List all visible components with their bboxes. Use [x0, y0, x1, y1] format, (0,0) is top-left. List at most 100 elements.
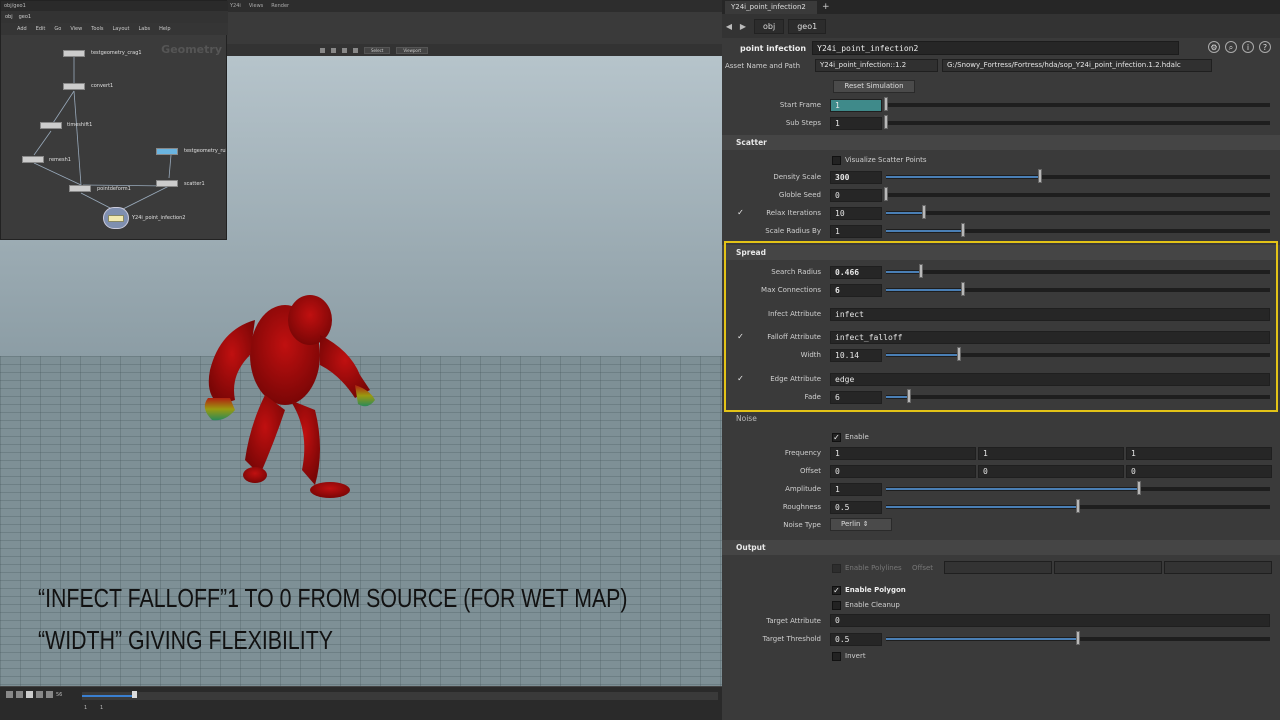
frame-field[interactable]: 56 [56, 692, 62, 698]
help-icon[interactable]: ? [1259, 41, 1271, 53]
frequency-z-field[interactable]: 1 [1126, 447, 1272, 460]
gear-icon[interactable]: ⚙ [1208, 41, 1220, 53]
menu-tools[interactable]: Tools [91, 26, 103, 32]
menu-labs[interactable]: Labs [139, 26, 151, 32]
start-frame-field[interactable]: 1 [830, 99, 882, 112]
path-geo[interactable]: geo1 [19, 14, 32, 20]
slider-handle[interactable] [960, 223, 965, 237]
node-name-field[interactable]: Y24i_point_infection2 [812, 41, 1180, 55]
add-tab-icon[interactable]: + [822, 2, 830, 12]
viewport-toolbar: Select Viewport [226, 44, 722, 56]
offset-x-field[interactable]: 0 [830, 465, 976, 478]
menu-help[interactable]: Help [159, 26, 170, 32]
node-convert[interactable] [63, 83, 85, 90]
snap-icon[interactable] [353, 47, 358, 53]
camera-icon[interactable] [331, 47, 336, 53]
global-seed-field[interactable]: 0 [830, 189, 882, 202]
section-noise[interactable]: Noise [722, 411, 1280, 426]
viewport-tab[interactable]: Y24i [230, 3, 241, 9]
noise-enable-checkbox[interactable]: ✓ [832, 433, 841, 442]
first-frame-icon[interactable] [6, 691, 13, 698]
node-testgeometry-crag[interactable] [63, 50, 85, 57]
tab-point-infection[interactable]: Y24i_point_infection2 [725, 1, 817, 14]
node-point-infection-selected[interactable] [103, 207, 129, 229]
section-output[interactable]: Output [722, 540, 1280, 555]
enable-polygon-checkbox[interactable]: ✓ [832, 586, 841, 595]
sub-steps-slider[interactable] [884, 115, 1270, 129]
timeline-track[interactable] [82, 692, 718, 700]
enable-cleanup-checkbox[interactable] [832, 601, 841, 610]
relax-iterations-field[interactable]: 10 [830, 207, 882, 220]
info-icon[interactable]: i [1242, 41, 1254, 53]
start-frame-slider[interactable] [884, 97, 1270, 111]
path-obj[interactable]: obj [5, 14, 13, 20]
offset-z-field[interactable]: 0 [1126, 465, 1272, 478]
slider-handle[interactable] [1037, 169, 1042, 183]
breadcrumb-obj[interactable]: obj [754, 18, 785, 34]
visualize-scatter-checkbox[interactable] [832, 156, 841, 165]
enable-polylines-checkbox[interactable] [832, 564, 841, 573]
node-testgeometry-rubbertoy[interactable] [156, 148, 178, 155]
amplitude-slider[interactable] [886, 481, 1270, 495]
density-scale-field[interactable]: 300 [830, 171, 882, 184]
prev-frame-icon[interactable] [16, 691, 23, 698]
node-timeshift[interactable] [40, 122, 62, 129]
sub-steps-field[interactable]: 1 [830, 117, 882, 130]
viewport-tab[interactable]: Render [271, 3, 289, 9]
asset-path-dropdown[interactable]: G:/Snowy_Fortress/Fortress/hda/sop_Y24i_… [942, 59, 1212, 72]
frequency-y-field[interactable]: 1 [978, 447, 1124, 460]
menu-go[interactable]: Go [54, 26, 61, 32]
start-frame-field[interactable]: 1 [84, 705, 87, 711]
slider-handle[interactable] [922, 205, 927, 219]
node-scatter[interactable] [156, 180, 178, 187]
slider-handle[interactable] [1076, 499, 1080, 513]
menu-add[interactable]: Add [17, 26, 27, 32]
light-icon[interactable] [342, 47, 347, 53]
reset-simulation-button[interactable]: Reset Simulation [833, 80, 915, 93]
roughness-slider[interactable] [886, 499, 1270, 513]
forward-arrow-icon[interactable]: ▶ [736, 22, 750, 31]
density-scale-slider[interactable] [886, 169, 1270, 183]
scale-radius-slider[interactable] [886, 223, 1270, 237]
next-frame-icon[interactable] [36, 691, 43, 698]
slider-handle[interactable] [884, 97, 888, 111]
section-scatter[interactable]: Scatter [722, 135, 1280, 150]
asset-name-dropdown[interactable]: Y24i_point_infection::1.2 [815, 59, 938, 72]
relax-iterations-slider[interactable] [886, 205, 1270, 219]
timeline-cursor[interactable] [132, 691, 137, 698]
scale-radius-field[interactable]: 1 [830, 225, 882, 238]
menu-layout[interactable]: Layout [113, 26, 130, 32]
roughness-field[interactable]: 0.5 [830, 501, 882, 514]
slider-handle[interactable] [1076, 631, 1080, 645]
slider-handle[interactable] [884, 115, 888, 129]
target-threshold-slider[interactable] [886, 631, 1270, 645]
select-mode-dropdown[interactable]: Select [364, 46, 391, 54]
slider-handle[interactable] [1137, 481, 1142, 495]
global-seed-slider[interactable] [884, 187, 1270, 201]
play-icon[interactable] [26, 691, 33, 698]
viewport-tab[interactable]: Views [249, 3, 263, 9]
target-threshold-field[interactable]: 0.5 [830, 633, 882, 646]
invert-checkbox[interactable] [832, 652, 841, 661]
target-attribute-field[interactable]: 0 [830, 614, 1270, 627]
frequency-x-field[interactable]: 1 [830, 447, 976, 460]
node-remesh[interactable] [22, 156, 44, 163]
network-canvas[interactable]: Geometry testgeometry_crag1 convert1 tim… [1, 35, 228, 241]
relax-iterations-toggle[interactable]: ✓ [736, 209, 745, 218]
view-dropdown[interactable]: Viewport [396, 46, 429, 54]
view-icon[interactable] [320, 47, 325, 53]
slider-handle[interactable] [884, 187, 888, 201]
offset-y-field[interactable]: 0 [978, 465, 1124, 478]
back-arrow-icon[interactable]: ◀ [722, 22, 736, 31]
noise-type-dropdown[interactable]: Perlin ⇕ [830, 518, 892, 531]
breadcrumb-geo[interactable]: geo1 [788, 18, 827, 34]
menu-edit[interactable]: Edit [36, 26, 46, 32]
node-pointdeform[interactable] [69, 185, 91, 192]
enable-cleanup-label: Enable Cleanup [845, 601, 900, 609]
search-icon[interactable]: ⌕ [1225, 41, 1237, 53]
amplitude-field[interactable]: 1 [830, 483, 882, 496]
menu-view[interactable]: View [70, 26, 82, 32]
last-frame-icon[interactable] [46, 691, 53, 698]
current-frame-field[interactable]: 1 [100, 705, 103, 711]
network-editor[interactable]: obj/geo1 obj geo1 Add Edit Go View Tools… [0, 0, 228, 241]
